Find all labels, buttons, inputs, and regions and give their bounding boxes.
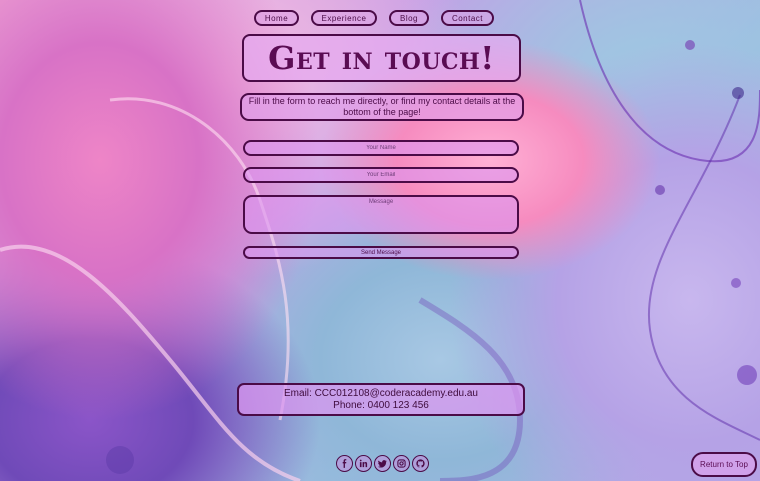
instagram-icon [397, 459, 406, 468]
twitter-icon [378, 460, 387, 468]
send-message-button[interactable]: Send Message [243, 246, 519, 259]
top-nav: Home Experience Blog Contact [0, 10, 760, 26]
instagram-link[interactable] [393, 455, 410, 472]
nav-experience-link[interactable]: Experience [311, 10, 377, 26]
contact-phone: Phone: 0400 123 456 [333, 399, 429, 411]
nav-blog-link[interactable]: Blog [389, 10, 429, 26]
contact-details: Email: CCC012108@coderacademy.edu.au Pho… [237, 383, 525, 416]
linkedin-icon [359, 459, 368, 468]
email-input[interactable] [243, 167, 519, 183]
return-to-top-button[interactable]: Return to Top [691, 452, 757, 477]
name-input[interactable] [243, 140, 519, 156]
intro-text: Fill in the form to reach me directly, o… [240, 93, 524, 121]
github-link[interactable] [412, 455, 429, 472]
nav-home-link[interactable]: Home [254, 10, 299, 26]
social-links [336, 455, 429, 472]
linkedin-link[interactable] [355, 455, 372, 472]
twitter-link[interactable] [374, 455, 391, 472]
title-panel: Get in touch! [242, 34, 521, 82]
contact-email: Email: CCC012108@coderacademy.edu.au [284, 387, 478, 399]
facebook-icon [342, 459, 347, 468]
nav-contact-link[interactable]: Contact [441, 10, 494, 26]
facebook-link[interactable] [336, 455, 353, 472]
page-title: Get in touch! [268, 39, 495, 77]
github-icon [416, 459, 425, 468]
message-textarea[interactable] [243, 195, 519, 234]
